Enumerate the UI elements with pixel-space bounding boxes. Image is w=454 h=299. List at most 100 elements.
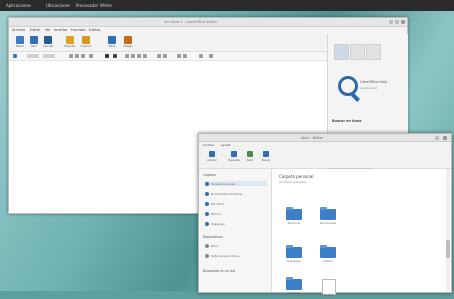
dialog-titlebar[interactable]: Abrir - Writer — [199, 134, 451, 142]
border-icon[interactable] — [209, 54, 213, 58]
font-name-select[interactable] — [43, 54, 55, 58]
open-button[interactable]: Abrir — [27, 36, 41, 49]
menu-item[interactable]: Archivo — [12, 28, 25, 32]
window-title: Sin título 1 - LibreOffice Writer — [164, 20, 218, 24]
open-file-dialog: Abrir - Writer Archivo Ayuda Anterior Si… — [198, 133, 452, 297]
tool-label: Tabla — [108, 45, 116, 48]
font-color-icon[interactable] — [105, 54, 109, 58]
save-button[interactable]: Guardar — [41, 36, 55, 49]
help-subtitle: Ayuda local — [360, 86, 378, 90]
align-center-icon[interactable] — [131, 54, 135, 58]
folder-item[interactable]: Música — [318, 245, 338, 265]
folder-item[interactable]: Descargas — [284, 245, 304, 265]
file-item[interactable]: Plantillas — [318, 279, 338, 299]
folder-label: Documentos — [319, 222, 337, 225]
tool-label: Siguiente — [228, 159, 240, 162]
topbar-item[interactable]: Writer — [100, 3, 112, 8]
folder-icon — [320, 207, 336, 220]
tool-label: Imprimir — [80, 45, 92, 48]
tool-label: Anterior — [206, 159, 218, 162]
align-right-icon[interactable] — [137, 54, 141, 58]
back-button[interactable]: Anterior — [205, 151, 219, 165]
places-heading: Lugares — [203, 173, 217, 177]
indent-icon[interactable] — [177, 54, 181, 58]
menu-item[interactable]: Ayuda — [221, 143, 230, 147]
close-icon[interactable] — [401, 20, 405, 24]
folder-label: Música — [323, 260, 333, 263]
menu-item[interactable]: Estilos — [89, 28, 100, 32]
image-button[interactable]: Imagen — [121, 36, 135, 49]
image-icon — [124, 36, 132, 44]
place-item[interactable]: Imágenes — [205, 221, 267, 226]
spacing-icon[interactable] — [199, 54, 203, 58]
up-button[interactable]: Subir — [243, 151, 257, 165]
align-left-icon[interactable] — [125, 54, 129, 58]
outdent-icon[interactable] — [183, 54, 187, 58]
menu-item[interactable]: Formato — [71, 28, 85, 32]
topbar-item[interactable]: Aplicaciones — [6, 3, 31, 8]
print-button[interactable]: Imprimir — [79, 36, 93, 49]
tool-label: Imagen — [123, 45, 133, 48]
table-button[interactable]: Tabla — [105, 36, 119, 49]
sidebar-tab-styles[interactable] — [350, 44, 365, 60]
new-button[interactable]: Nuevo — [13, 36, 27, 49]
forward-icon — [231, 151, 237, 157]
folder-icon — [286, 277, 302, 290]
formatting-toolbar — [9, 52, 329, 61]
top-panel: Aplicaciones Ubicaciones Procesador Writ… — [0, 0, 454, 11]
sidebar-tab-properties[interactable] — [334, 44, 349, 60]
place-label: Documentos recientes — [211, 191, 243, 196]
search-button[interactable]: Buscar — [259, 151, 273, 165]
justify-icon[interactable] — [143, 54, 147, 58]
underline-icon[interactable] — [81, 54, 85, 58]
numbered-list-icon[interactable] — [163, 54, 167, 58]
place-item[interactable]: Música — [205, 211, 267, 216]
folder-item[interactable]: Documentos — [318, 207, 338, 227]
main-toolbar: Nuevo Abrir Guardar Exportar Imprimir Ta… — [9, 34, 329, 52]
list-icon[interactable] — [157, 54, 161, 58]
desktop-icon — [205, 201, 209, 206]
file-list-view: Carpeta personal Archivos recientes Escr… — [272, 169, 444, 297]
paragraph-style-select[interactable] — [27, 54, 39, 58]
minimize-icon[interactable] — [435, 135, 439, 140]
disk-icon — [205, 243, 209, 248]
dialog-toolbar: Anterior Siguiente Subir Buscar Buscar — [199, 148, 451, 177]
forward-button[interactable]: Siguiente — [227, 151, 241, 165]
italic-icon[interactable] — [75, 54, 79, 58]
window-titlebar[interactable]: Sin título 1 - LibreOffice Writer — [9, 18, 407, 27]
menu-item[interactable]: Insertar — [54, 28, 68, 32]
tool-label: Buscar — [261, 159, 271, 162]
device-item[interactable]: Sistema de archivos — [205, 253, 267, 258]
topbar-item[interactable]: Ubicaciones — [46, 3, 70, 8]
style-icon[interactable] — [13, 54, 17, 58]
folder-item[interactable]: Escritorio — [284, 207, 304, 227]
minimize-icon[interactable] — [389, 20, 393, 24]
export-button[interactable]: Exportar — [63, 36, 77, 49]
export-icon — [66, 36, 74, 44]
device-item[interactable]: Disco — [205, 243, 267, 248]
scrollbar-track[interactable] — [446, 169, 450, 292]
sidebar-tab-gallery[interactable] — [366, 44, 381, 60]
folder-item[interactable]: Imágenes — [284, 277, 304, 297]
strike-icon[interactable] — [89, 54, 93, 58]
menu-item[interactable]: Editar — [30, 28, 40, 32]
path-subtitle: Archivos recientes — [279, 180, 307, 184]
topbar-item[interactable]: Procesador — [76, 3, 98, 8]
print-icon — [82, 36, 90, 44]
highlight-icon[interactable] — [113, 54, 117, 58]
bold-icon[interactable] — [69, 54, 73, 58]
scrollbar-thumb[interactable] — [446, 240, 450, 258]
music-icon — [205, 211, 209, 216]
place-item[interactable]: Escritorio — [205, 201, 267, 206]
menu-item[interactable]: Archivo — [203, 143, 214, 147]
folder-icon — [286, 245, 302, 258]
recent-icon — [205, 191, 209, 196]
close-icon[interactable] — [443, 135, 447, 140]
folder-label: Escritorio — [287, 222, 301, 225]
maximize-icon[interactable] — [395, 20, 399, 24]
places-sidebar: Lugares Carpeta personal Documentos reci… — [199, 169, 272, 292]
place-item[interactable]: Carpeta personal — [205, 181, 267, 186]
tool-label: Subir — [246, 159, 254, 162]
menu-item[interactable]: Ver — [45, 28, 51, 32]
place-item[interactable]: Documentos recientes — [205, 191, 267, 196]
